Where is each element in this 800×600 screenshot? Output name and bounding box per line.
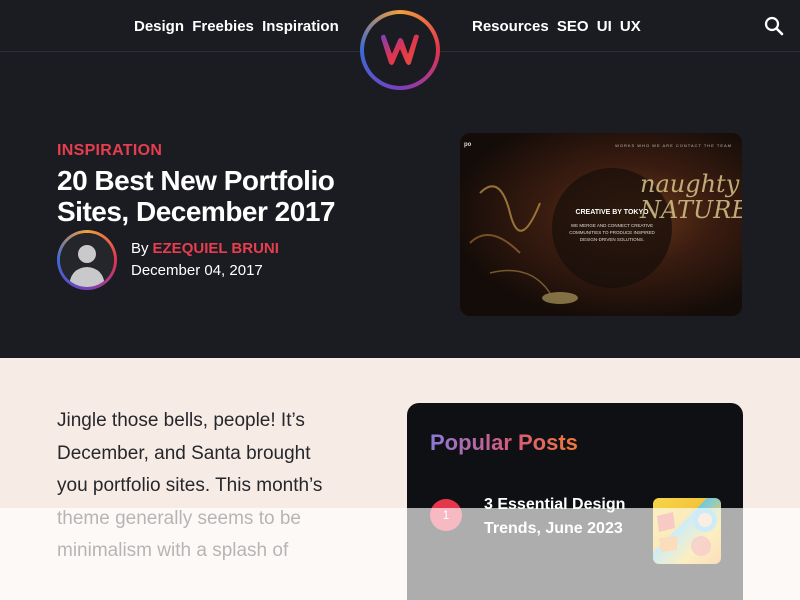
- logo-mark: [364, 14, 436, 86]
- nav-link-resources[interactable]: Resources: [472, 18, 549, 35]
- byline-prefix: By: [131, 240, 149, 257]
- thumb-subtext: WE MERGE AND CONNECT CREATIVE COMMUNITIE…: [569, 223, 655, 242]
- nav-link-seo[interactable]: SEO: [557, 18, 589, 35]
- post-rank-badge: 1: [430, 499, 462, 531]
- nav-link-ui[interactable]: UI: [597, 18, 612, 35]
- author-avatar[interactable]: [57, 230, 117, 290]
- nav-right-group: Resources SEO UI UX: [472, 18, 645, 35]
- article-title: 20 Best New Portfolio Sites, December 20…: [57, 165, 335, 227]
- popular-post-link[interactable]: 3 Essential Design Trends, June 2023: [484, 493, 634, 541]
- user-icon: [60, 233, 114, 287]
- logo-w-icon: [381, 34, 419, 65]
- article-date: December 04, 2017: [131, 262, 263, 279]
- nav-left-group: Design Freebies Inspiration: [134, 18, 343, 35]
- article-category[interactable]: INSPIRATION: [57, 142, 162, 160]
- post-thumb-art: [657, 508, 717, 556]
- featured-image[interactable]: po WORKS WHO WE ARE CONTACT THE TEAM CRE…: [460, 133, 742, 316]
- nav-link-ux[interactable]: UX: [620, 18, 641, 35]
- nav-link-inspiration[interactable]: Inspiration: [262, 18, 339, 35]
- thumb-site-logo: po: [464, 142, 472, 148]
- author-name-link[interactable]: EZEQUIEL BRUNI: [153, 240, 279, 257]
- thumb-menu: WORKS WHO WE ARE CONTACT THE TEAM: [615, 143, 732, 148]
- thumb-graffiti-text: naughty NATURE: [640, 170, 742, 224]
- site-logo[interactable]: [360, 10, 440, 90]
- nav-link-design[interactable]: Design: [134, 18, 184, 35]
- avatar-silhouette: [60, 233, 114, 287]
- popular-post-thumbnail[interactable]: [653, 498, 721, 564]
- article-intro-text: Jingle those bells, people! It’s Decembe…: [57, 410, 323, 561]
- search-icon[interactable]: [764, 16, 784, 36]
- nav-link-freebies[interactable]: Freebies: [192, 18, 254, 35]
- article-byline: By EZEQUIEL BRUNI: [131, 240, 279, 257]
- popular-posts-heading: Popular Posts: [430, 430, 578, 455]
- popular-posts-panel: Popular Posts 1 3 Essential Design Trend…: [407, 403, 743, 600]
- hero-section: INSPIRATION 20 Best New Portfolio Sites,…: [0, 52, 800, 358]
